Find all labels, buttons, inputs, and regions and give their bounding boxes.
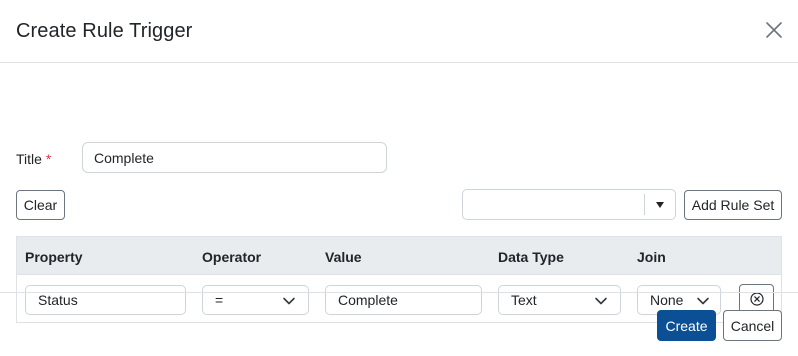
close-icon	[766, 22, 782, 38]
cancel-button[interactable]: Cancel	[723, 310, 782, 341]
required-mark: *	[45, 151, 52, 167]
dialog-header: Create Rule Trigger	[0, 0, 798, 63]
dialog-body: Title * Clear Add Rule Set Property Oper…	[0, 63, 798, 323]
title-label-text: Title	[16, 151, 42, 167]
close-button[interactable]	[764, 20, 784, 40]
select-divider	[644, 194, 645, 215]
title-input[interactable]	[82, 142, 387, 173]
title-label: Title *	[16, 151, 51, 167]
caret-down-icon	[656, 202, 664, 208]
clear-button[interactable]: Clear	[16, 190, 65, 220]
grid-header: Property Operator Value Data Type Join	[17, 237, 781, 275]
column-header-property: Property	[25, 249, 83, 265]
rule-set-select[interactable]	[462, 189, 676, 220]
add-rule-set-button[interactable]: Add Rule Set	[684, 190, 782, 220]
column-header-value: Value	[325, 249, 362, 265]
column-header-data-type: Data Type	[498, 249, 564, 265]
dialog-title: Create Rule Trigger	[16, 20, 193, 42]
column-header-join: Join	[637, 249, 666, 265]
column-header-operator: Operator	[202, 249, 262, 265]
dialog-footer: Create Cancel	[0, 292, 798, 356]
create-button[interactable]: Create	[657, 310, 716, 341]
create-rule-trigger-dialog: Create Rule Trigger Title * Clear Add Ru…	[0, 0, 798, 356]
